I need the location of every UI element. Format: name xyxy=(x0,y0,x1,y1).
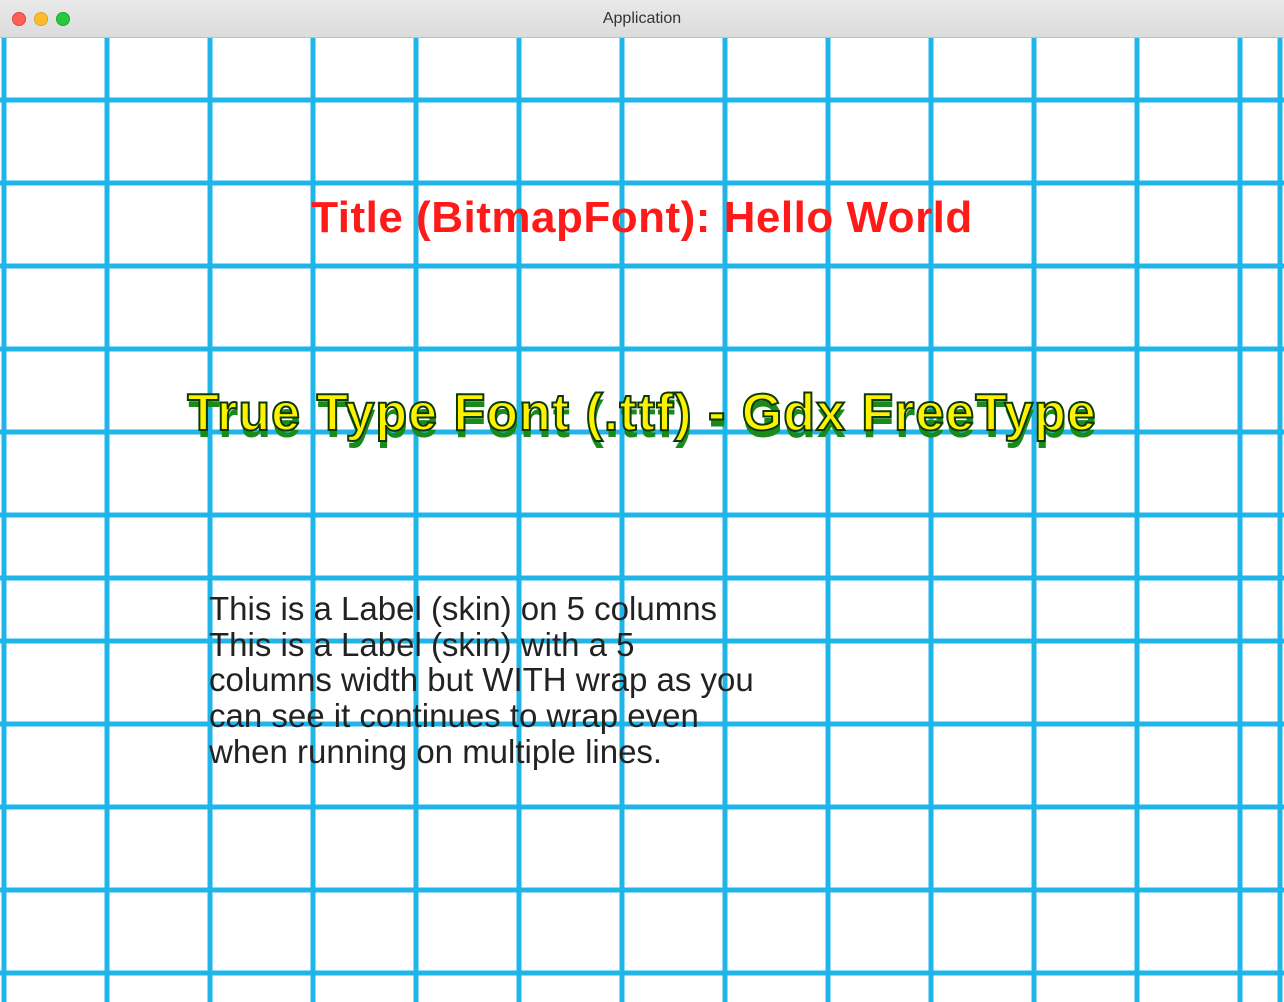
minimize-icon[interactable] xyxy=(34,12,48,26)
bitmap-font-title: Title (BitmapFont): Hello World xyxy=(0,193,1284,243)
skin-label-nowrap: This is a Label (skin) on 5 columns xyxy=(209,591,769,627)
freetype-font-label: True Type Font (.ttf) - Gdx FreeType Tru… xyxy=(0,383,1284,443)
close-icon[interactable] xyxy=(12,12,26,26)
freetype-foreground: True Type Font (.ttf) - Gdx FreeType xyxy=(0,383,1284,443)
traffic-lights xyxy=(12,12,70,26)
skin-label-block: This is a Label (skin) on 5 columns This… xyxy=(209,591,769,769)
titlebar[interactable]: Application xyxy=(0,0,1284,38)
app-window: Application xyxy=(0,0,1284,1002)
content-area: Title (BitmapFont): Hello World True Typ… xyxy=(0,38,1284,1002)
skin-label-wrap: This is a Label (skin) with a 5 columns … xyxy=(209,627,764,770)
stage: Title (BitmapFont): Hello World True Typ… xyxy=(0,38,1284,1002)
maximize-icon[interactable] xyxy=(56,12,70,26)
window-title: Application xyxy=(0,10,1284,28)
